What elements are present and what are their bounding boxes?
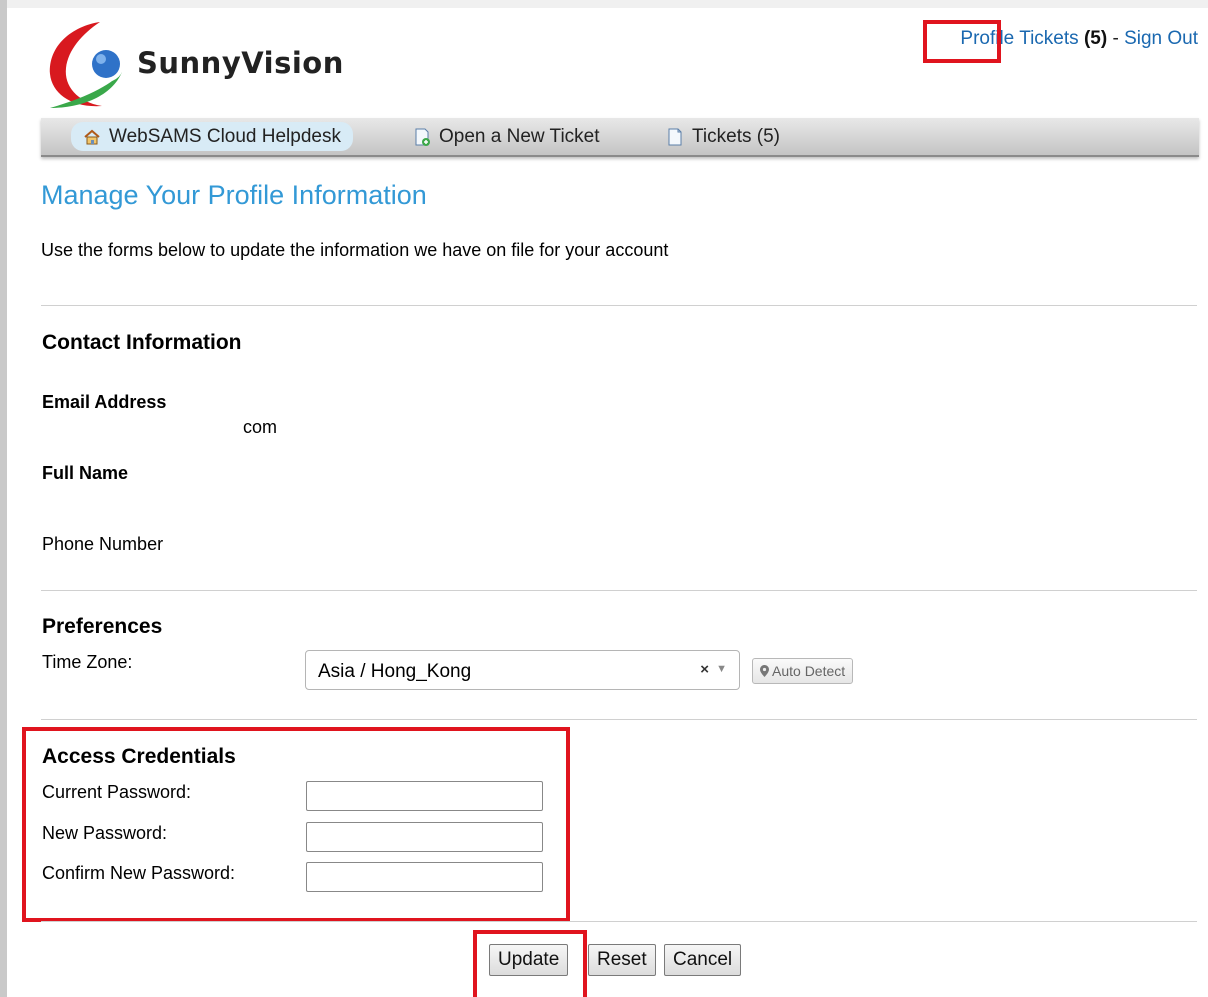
main-navbar: WebSAMS Cloud Helpdesk Open a New Ticket… — [41, 118, 1199, 157]
tickets-link-label: Tickets — [1019, 28, 1079, 49]
highlight-access-credentials — [22, 727, 570, 922]
timezone-label: Time Zone: — [42, 652, 133, 672]
nav-item-new-ticket[interactable]: Open a New Ticket — [413, 122, 600, 151]
nav-item-home-label: WebSAMS Cloud Helpdesk — [109, 125, 341, 147]
nav-item-tickets[interactable]: Tickets (5) — [666, 122, 780, 151]
brand-name: SunnyVision — [137, 46, 344, 80]
email-label: Email Address — [42, 392, 167, 412]
divider — [41, 305, 1197, 306]
timezone-select[interactable]: Asia / Hong_Kong × ▼ — [305, 650, 740, 690]
reset-button[interactable]: Reset — [588, 944, 656, 976]
tickets-link[interactable]: Tickets (5) — [1019, 28, 1107, 49]
chevron-down-icon[interactable]: ▼ — [716, 663, 727, 675]
fullname-label: Full Name — [42, 463, 129, 483]
tickets-count: (5) — [1083, 28, 1108, 49]
divider — [41, 590, 1197, 591]
highlight-profile — [923, 20, 1001, 63]
divider — [41, 719, 1197, 720]
nav-item-tickets-label: Tickets (5) — [692, 125, 780, 147]
timezone-value: Asia / Hong_Kong — [318, 661, 472, 682]
new-ticket-icon — [415, 128, 430, 146]
phone-label: Phone Number — [42, 534, 164, 554]
tickets-icon — [668, 128, 682, 145]
left-edge — [0, 0, 7, 997]
sign-out-link[interactable]: Sign Out — [1124, 28, 1198, 49]
link-separator: - — [1112, 28, 1119, 49]
auto-detect-label: Auto Detect — [772, 663, 846, 679]
nav-item-home[interactable]: WebSAMS Cloud Helpdesk — [71, 122, 353, 151]
cancel-button[interactable]: Cancel — [664, 944, 742, 976]
contact-heading: Contact Information — [42, 331, 242, 354]
highlight-update — [473, 930, 587, 997]
clear-icon[interactable]: × — [700, 661, 709, 678]
home-icon — [84, 129, 100, 144]
sunnyvision-logo-icon — [49, 22, 124, 108]
page-subtitle: Use the forms below to update the inform… — [41, 240, 669, 260]
page-title: Manage Your Profile Information — [41, 180, 427, 210]
email-value: com — [243, 417, 278, 437]
preferences-heading: Preferences — [42, 615, 163, 638]
auto-detect-button[interactable]: Auto Detect — [752, 658, 854, 684]
nav-item-new-ticket-label: Open a New Ticket — [439, 125, 600, 147]
top-edge — [7, 0, 1208, 8]
map-marker-icon — [760, 665, 769, 677]
brand-logo[interactable]: SunnyVision — [42, 16, 372, 111]
divider — [41, 921, 1197, 922]
